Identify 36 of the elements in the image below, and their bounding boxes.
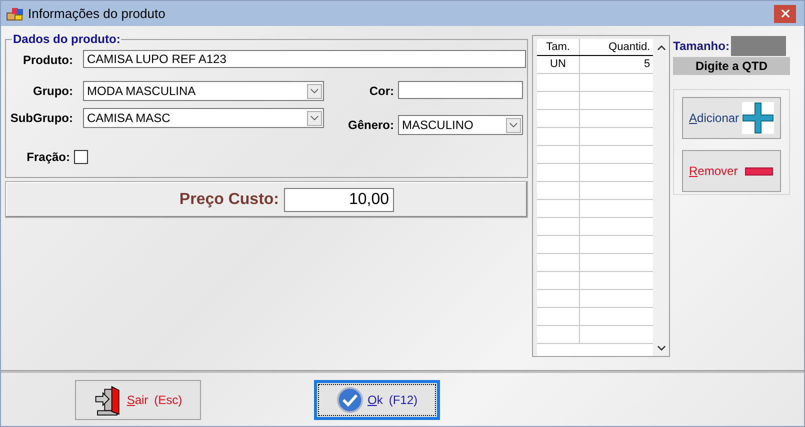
plus-icon xyxy=(742,102,774,134)
table-cell-text: 5 xyxy=(643,57,652,72)
add-button[interactable]: Adicionar xyxy=(682,97,781,139)
column-header: Tam. xyxy=(537,39,580,55)
remove-button[interactable]: Remover xyxy=(682,150,781,192)
price-field[interactable]: 10,00 xyxy=(284,188,394,212)
fraction-checkbox[interactable] xyxy=(74,150,88,164)
minus-icon xyxy=(744,166,774,176)
table-cell: UN xyxy=(537,56,580,73)
field-label: Gênero: xyxy=(346,117,394,132)
price-label: Preço Custo: xyxy=(179,190,279,208)
column-header: Quantid. xyxy=(608,40,652,55)
scroll-down-icon[interactable] xyxy=(656,345,666,351)
exit-button[interactable]: Sair (Esc) xyxy=(75,380,201,420)
checkmark-icon xyxy=(336,386,364,414)
color-field[interactable] xyxy=(398,81,523,99)
quantity-hint: Digite a QTD xyxy=(673,57,790,75)
ok-button[interactable]: Ok (F12) xyxy=(314,380,440,420)
gender-dropdown[interactable]: MASCULINO xyxy=(398,115,523,135)
checkbox-label: Fração: xyxy=(26,149,70,164)
window-title: Informações do produto xyxy=(28,6,166,21)
scroll-bar[interactable] xyxy=(653,39,669,355)
close-icon xyxy=(780,9,790,18)
field-label: Cor: xyxy=(368,83,394,98)
field-label: Grupo: xyxy=(32,83,73,98)
group-title: Dados do produto: xyxy=(12,32,122,46)
subgroup-dropdown[interactable]: CAMISA MASC xyxy=(83,108,324,128)
field-label: SubGrupo: xyxy=(9,110,73,125)
group-dropdown[interactable]: MODA MASCULINA xyxy=(83,81,324,101)
scroll-up-icon[interactable] xyxy=(656,45,666,51)
boxes-icon xyxy=(6,6,24,22)
size-label: Tamanho: xyxy=(673,39,730,53)
product-field[interactable]: CAMISA LUPO REF A123 xyxy=(83,50,526,68)
close-button[interactable] xyxy=(774,4,796,22)
size-field[interactable] xyxy=(731,36,786,56)
field-label: Produto: xyxy=(22,52,73,67)
